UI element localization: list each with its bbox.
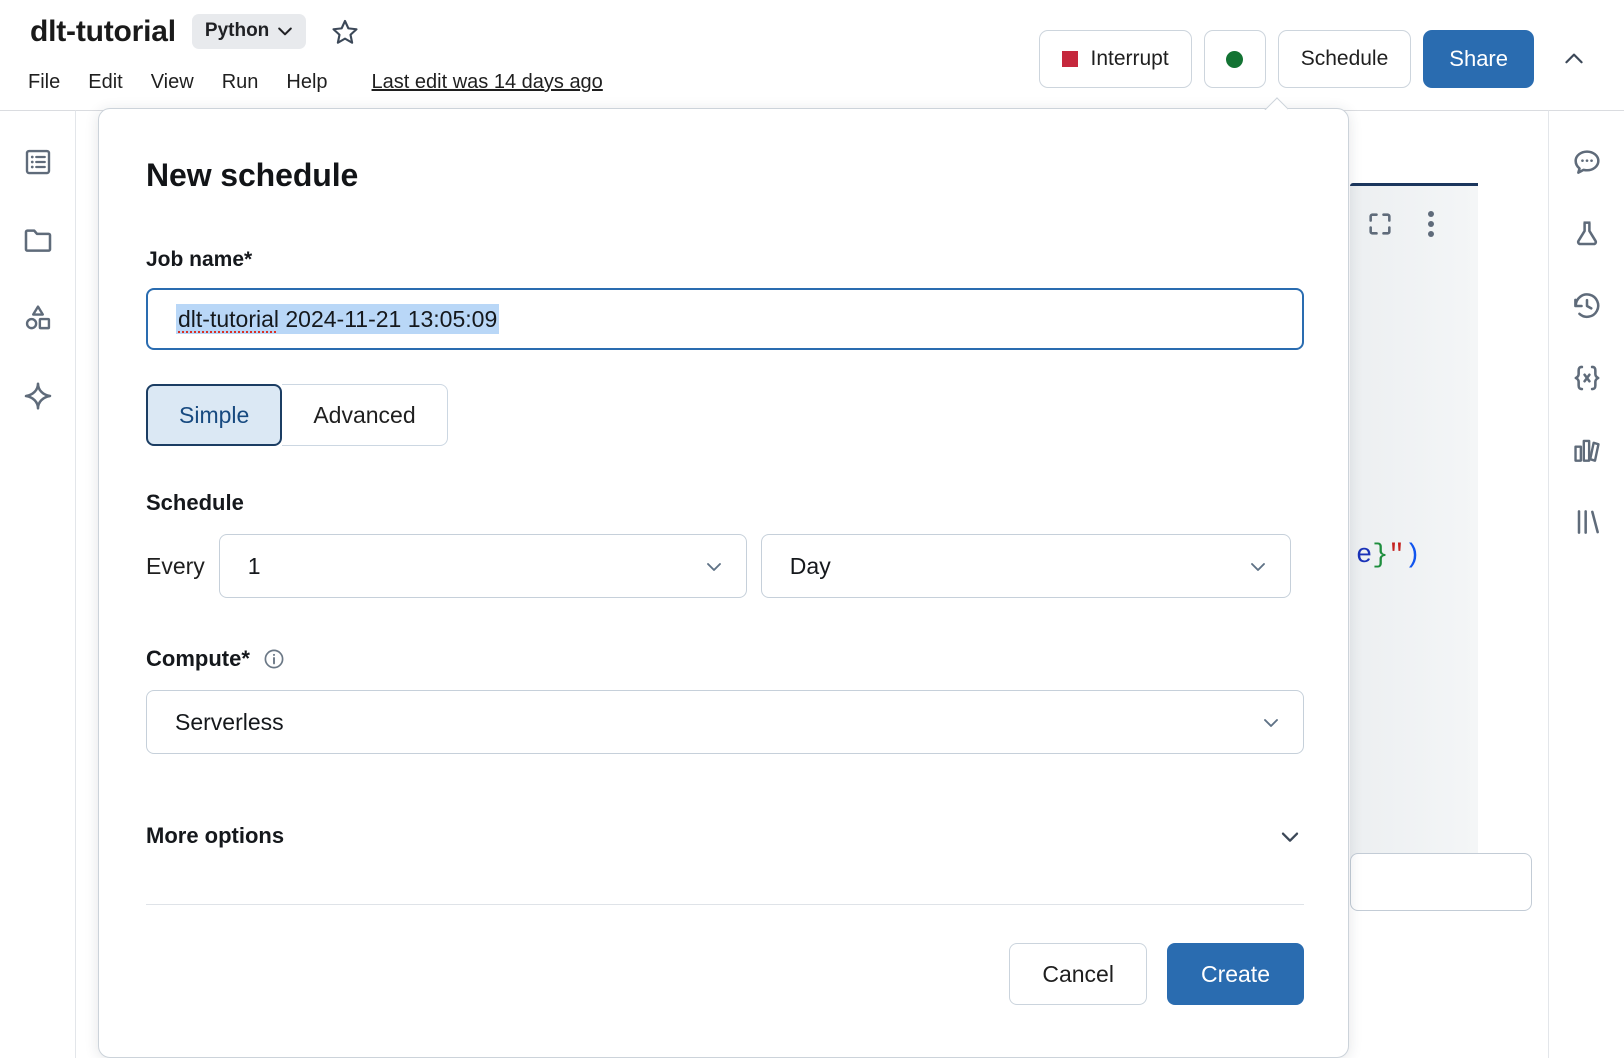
new-schedule-dialog: New schedule Job name* dlt-tutorial 2024…: [98, 108, 1349, 1058]
compute-value: Serverless: [175, 709, 284, 736]
dialog-title: New schedule: [146, 157, 1301, 194]
code-token-paren: ): [1405, 541, 1421, 571]
app-header: dlt-tutorial Python File Edit View Run H…: [0, 0, 1624, 110]
share-button[interactable]: Share: [1423, 30, 1534, 88]
folder-icon[interactable]: [17, 219, 59, 261]
tab-simple[interactable]: Simple: [146, 384, 282, 446]
dialog-footer: Cancel Create: [146, 943, 1304, 1005]
shapes-icon[interactable]: [17, 297, 59, 339]
runtime-status-button[interactable]: [1204, 30, 1266, 88]
title-row: dlt-tutorial Python: [30, 14, 362, 49]
dialog-pointer-arrow: [1264, 97, 1288, 110]
chevron-down-icon: [1276, 822, 1304, 850]
tab-advanced[interactable]: Advanced: [282, 384, 447, 446]
compute-label-row: Compute*: [146, 646, 1301, 672]
star-icon[interactable]: [328, 15, 362, 49]
schedule-row: Every 1 Day: [146, 534, 1301, 598]
connected-dot-icon: [1226, 51, 1243, 68]
menu-item-help[interactable]: Help: [272, 68, 341, 97]
code-token-e: e: [1356, 541, 1372, 571]
mode-tab-group: Simple Advanced: [146, 384, 448, 446]
job-name-input[interactable]: dlt-tutorial 2024-11-21 13:05:09: [146, 288, 1304, 350]
history-icon[interactable]: [1566, 285, 1608, 327]
page-title: dlt-tutorial: [30, 15, 176, 49]
right-sidebar: [1548, 110, 1624, 1058]
code-fragment: e}"): [1356, 541, 1421, 571]
more-options-toggle[interactable]: More options: [146, 822, 1304, 850]
create-button[interactable]: Create: [1167, 943, 1304, 1005]
schedule-button[interactable]: Schedule: [1278, 30, 1412, 88]
language-label: Python: [205, 20, 269, 42]
app-root: e}"): [0, 0, 1624, 1058]
job-name-value: dlt-tutorial 2024-11-21 13:05:09: [176, 304, 499, 334]
cell-toolbar: [1350, 210, 1478, 238]
schedule-section-heading: Schedule: [146, 490, 1301, 516]
code-token-brace: }: [1372, 541, 1388, 571]
chevron-down-icon: [1259, 710, 1283, 734]
chevron-down-icon: [275, 21, 295, 41]
expand-cell-icon[interactable]: [1366, 210, 1394, 238]
menu-item-run[interactable]: Run: [208, 68, 273, 97]
language-selector[interactable]: Python: [192, 14, 306, 49]
share-label: Share: [1449, 46, 1508, 72]
menu-item-edit[interactable]: Edit: [74, 68, 136, 97]
footer-divider: [146, 904, 1304, 905]
compute-select[interactable]: Serverless: [146, 690, 1304, 754]
chevron-down-icon: [702, 554, 726, 578]
cell-output-box: [1350, 853, 1532, 911]
interrupt-button[interactable]: Interrupt: [1039, 30, 1191, 88]
library-books-icon[interactable]: [1566, 501, 1608, 543]
every-label: Every: [146, 553, 205, 580]
chevron-up-icon[interactable]: [1552, 37, 1596, 81]
dialog-body: New schedule Job name* dlt-tutorial 2024…: [99, 109, 1348, 1005]
interval-value: 1: [248, 553, 261, 580]
interval-select[interactable]: 1: [219, 534, 747, 598]
last-edit-link[interactable]: Last edit was 14 days ago: [372, 71, 603, 94]
job-name-label: Job name*: [146, 248, 1301, 272]
interval-unit-value: Day: [790, 553, 831, 580]
header-toolbar: Interrupt Schedule Share: [1039, 30, 1596, 88]
compute-label: Compute*: [146, 646, 250, 672]
menu-item-view[interactable]: View: [137, 68, 208, 97]
left-sidebar: [0, 110, 76, 1058]
info-icon[interactable]: [262, 647, 286, 671]
interrupt-label: Interrupt: [1090, 47, 1168, 71]
code-token-quote: ": [1388, 541, 1404, 571]
stop-square-icon: [1062, 51, 1078, 67]
table-of-contents-icon[interactable]: [17, 141, 59, 183]
flask-experiment-icon[interactable]: [1566, 213, 1608, 255]
cancel-button[interactable]: Cancel: [1009, 943, 1147, 1005]
bar-chart-icon[interactable]: [1566, 429, 1608, 471]
sparkle-gemini-icon[interactable]: [17, 375, 59, 417]
comment-bubble-icon[interactable]: [1566, 141, 1608, 183]
variables-braces-icon[interactable]: [1566, 357, 1608, 399]
menu-item-file[interactable]: File: [28, 68, 74, 97]
more-options-label: More options: [146, 823, 284, 849]
kebab-menu-icon[interactable]: [1428, 211, 1434, 237]
schedule-label: Schedule: [1301, 47, 1389, 71]
job-name-rest-part: 2024-11-21 13:05:09: [279, 306, 497, 332]
notebook-cell[interactable]: e}"): [1350, 183, 1478, 883]
interval-unit-select[interactable]: Day: [761, 534, 1291, 598]
menu-bar: File Edit View Run Help Last edit was 14…: [28, 68, 603, 97]
job-name-misspelled-part: dlt-tutorial: [178, 306, 279, 332]
chevron-down-icon: [1246, 554, 1270, 578]
